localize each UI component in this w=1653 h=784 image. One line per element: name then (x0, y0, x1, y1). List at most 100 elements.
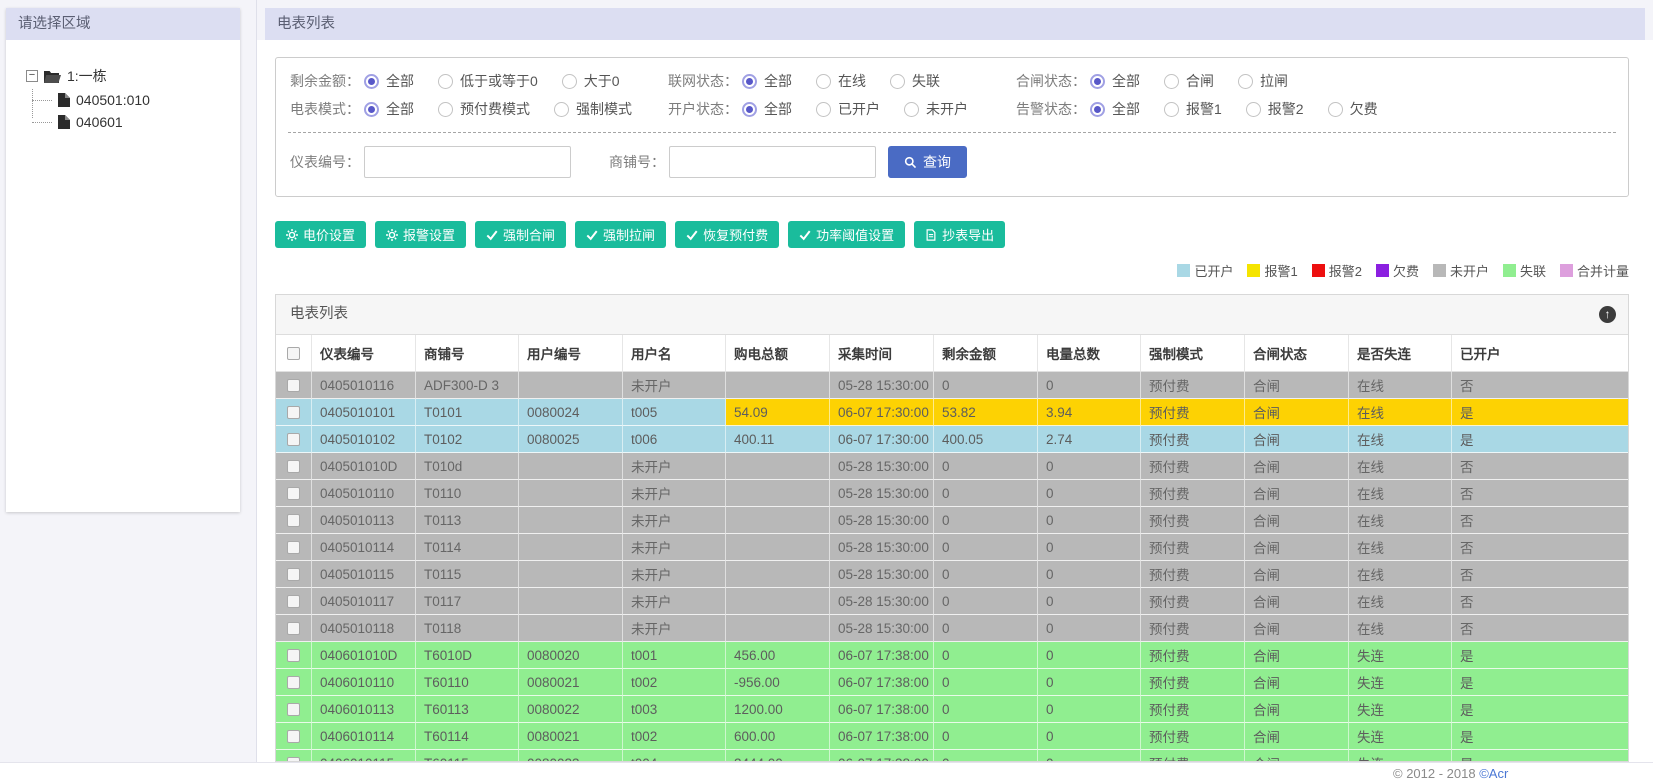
radio-icon[interactable] (554, 101, 569, 117)
copyright-link[interactable]: ©Acr (1479, 766, 1508, 781)
radio-option[interactable]: 拉闸 (1238, 71, 1288, 91)
tree-node[interactable]: 040501:010 (56, 92, 240, 108)
query-button[interactable]: 查询 (888, 146, 967, 178)
action-button[interactable]: 报警设置 (375, 221, 467, 248)
radio-option-label[interactable]: 全部 (1112, 99, 1140, 119)
select-all-checkbox[interactable] (287, 347, 300, 361)
radio-icon[interactable] (438, 73, 453, 89)
radio-option[interactable]: 合闸 (1164, 71, 1214, 91)
row-checkbox[interactable] (287, 433, 300, 447)
radio-selected-icon[interactable] (742, 101, 757, 117)
tree-node[interactable]: 040601 (56, 114, 240, 130)
radio-icon[interactable] (1245, 101, 1261, 117)
table-cell: 在线 (1349, 399, 1452, 426)
action-button[interactable]: 抄表导出 (914, 221, 1006, 248)
radio-option[interactable]: 报警2 (1245, 99, 1304, 119)
radio-option[interactable]: 在线 (816, 71, 866, 91)
radio-option[interactable]: 未开户 (904, 99, 968, 119)
radio-icon[interactable] (904, 101, 919, 117)
radio-option-label[interactable]: 全部 (386, 99, 414, 119)
collapse-arrow-icon[interactable]: ↑ (1599, 306, 1616, 323)
radio-icon[interactable] (816, 101, 831, 117)
radio-option-label[interactable]: 在线 (838, 71, 866, 91)
radio-option[interactable]: 失联 (890, 71, 940, 91)
radio-option[interactable]: 全部 (1090, 71, 1140, 91)
row-checkbox[interactable] (287, 595, 300, 609)
radio-option-label[interactable]: 失联 (912, 71, 940, 91)
radio-option-label[interactable]: 未开户 (926, 99, 968, 119)
radio-option[interactable]: 全部 (1090, 99, 1140, 119)
radio-option[interactable]: 全部 (742, 99, 792, 119)
row-checkbox[interactable] (287, 703, 300, 717)
radio-icon[interactable] (1164, 101, 1179, 117)
row-checkbox[interactable] (287, 622, 300, 636)
table-cell: 预付费 (1141, 372, 1245, 399)
legend-swatch (1247, 264, 1261, 277)
row-checkbox[interactable] (287, 460, 300, 474)
table-body: 0405010116 ADF300-D 3 未开户 05-28 15:30:00 0 0 预… (276, 372, 1628, 761)
radio-option-label[interactable]: 拉闸 (1260, 71, 1288, 91)
radio-option-label[interactable]: 全部 (1112, 71, 1140, 91)
radio-option[interactable]: 全部 (742, 71, 792, 91)
radio-selected-icon[interactable] (1090, 101, 1105, 117)
table-cell: 06-07 17:30:00 (830, 399, 934, 426)
radio-icon[interactable] (1238, 73, 1253, 89)
row-checkbox[interactable] (287, 379, 300, 393)
row-checkbox[interactable] (287, 514, 300, 528)
radio-option[interactable]: 欠费 (1327, 99, 1378, 119)
radio-selected-icon[interactable] (1090, 73, 1105, 89)
row-checkbox[interactable] (287, 406, 300, 420)
row-checkbox[interactable] (287, 487, 300, 501)
radio-option-label[interactable]: 合闸 (1186, 71, 1214, 91)
row-checkbox[interactable] (287, 676, 300, 690)
radio-icon[interactable] (561, 73, 577, 89)
action-button[interactable]: 强制合闸 (475, 221, 567, 248)
radio-option-label[interactable]: 全部 (764, 71, 792, 91)
radio-option[interactable]: 低于或等于0 (438, 71, 538, 91)
row-checkbox[interactable] (287, 568, 300, 582)
table-cell: 在线 (1349, 615, 1452, 642)
radio-option[interactable]: 全部 (364, 71, 414, 91)
radio-option-label[interactable]: 报警1 (1186, 99, 1222, 119)
radio-option-label[interactable]: 预付费模式 (460, 99, 530, 119)
row-checkbox[interactable] (287, 541, 300, 555)
radio-option-label[interactable]: 低于或等于0 (460, 71, 538, 91)
radio-icon[interactable] (438, 101, 453, 117)
radio-option-label[interactable]: 全部 (386, 71, 414, 91)
table-cell: 是 (1452, 399, 1628, 426)
table-cell: T60113 (416, 696, 519, 723)
radio-option-label[interactable]: 大于0 (584, 71, 620, 91)
radio-option[interactable]: 大于0 (561, 71, 620, 91)
radio-selected-icon[interactable] (364, 73, 379, 89)
radio-option[interactable]: 全部 (364, 99, 414, 119)
radio-option-label[interactable]: 已开户 (838, 99, 880, 119)
radio-option[interactable]: 已开户 (816, 99, 880, 119)
radio-icon[interactable] (1164, 73, 1179, 89)
action-button[interactable]: 功率阈值设置 (788, 221, 906, 248)
tree-collapse-icon[interactable]: − (26, 70, 38, 82)
row-checkbox[interactable] (287, 730, 300, 744)
radio-option-label[interactable]: 强制模式 (576, 99, 632, 119)
action-button[interactable]: 电价设置 (275, 221, 367, 248)
radio-option-label[interactable]: 欠费 (1350, 99, 1378, 119)
radio-selected-icon[interactable] (364, 101, 379, 117)
radio-option[interactable]: 预付费模式 (438, 99, 530, 119)
row-checkbox[interactable] (287, 649, 300, 663)
radio-icon[interactable] (1327, 101, 1343, 117)
tree-node-label[interactable]: 040601 (76, 114, 123, 130)
shop-no-input[interactable] (669, 146, 876, 178)
radio-icon[interactable] (816, 73, 831, 89)
action-button[interactable]: 恢复预付费 (675, 221, 780, 248)
sidebar-title: 请选择区域 (6, 8, 240, 40)
tree-root-node[interactable]: − 1:一栋 (26, 66, 240, 86)
radio-icon[interactable] (890, 73, 905, 89)
meter-no-input[interactable] (364, 146, 571, 178)
tree-node-label[interactable]: 040501:010 (76, 92, 150, 108)
radio-option[interactable]: 强制模式 (554, 99, 632, 119)
radio-option-label[interactable]: 报警2 (1268, 99, 1304, 119)
radio-option[interactable]: 报警1 (1164, 99, 1222, 119)
action-button[interactable]: 强制拉闸 (575, 221, 667, 248)
radio-option-label[interactable]: 全部 (764, 99, 792, 119)
tree-root-label[interactable]: 1:一栋 (67, 66, 107, 86)
radio-selected-icon[interactable] (742, 73, 757, 89)
